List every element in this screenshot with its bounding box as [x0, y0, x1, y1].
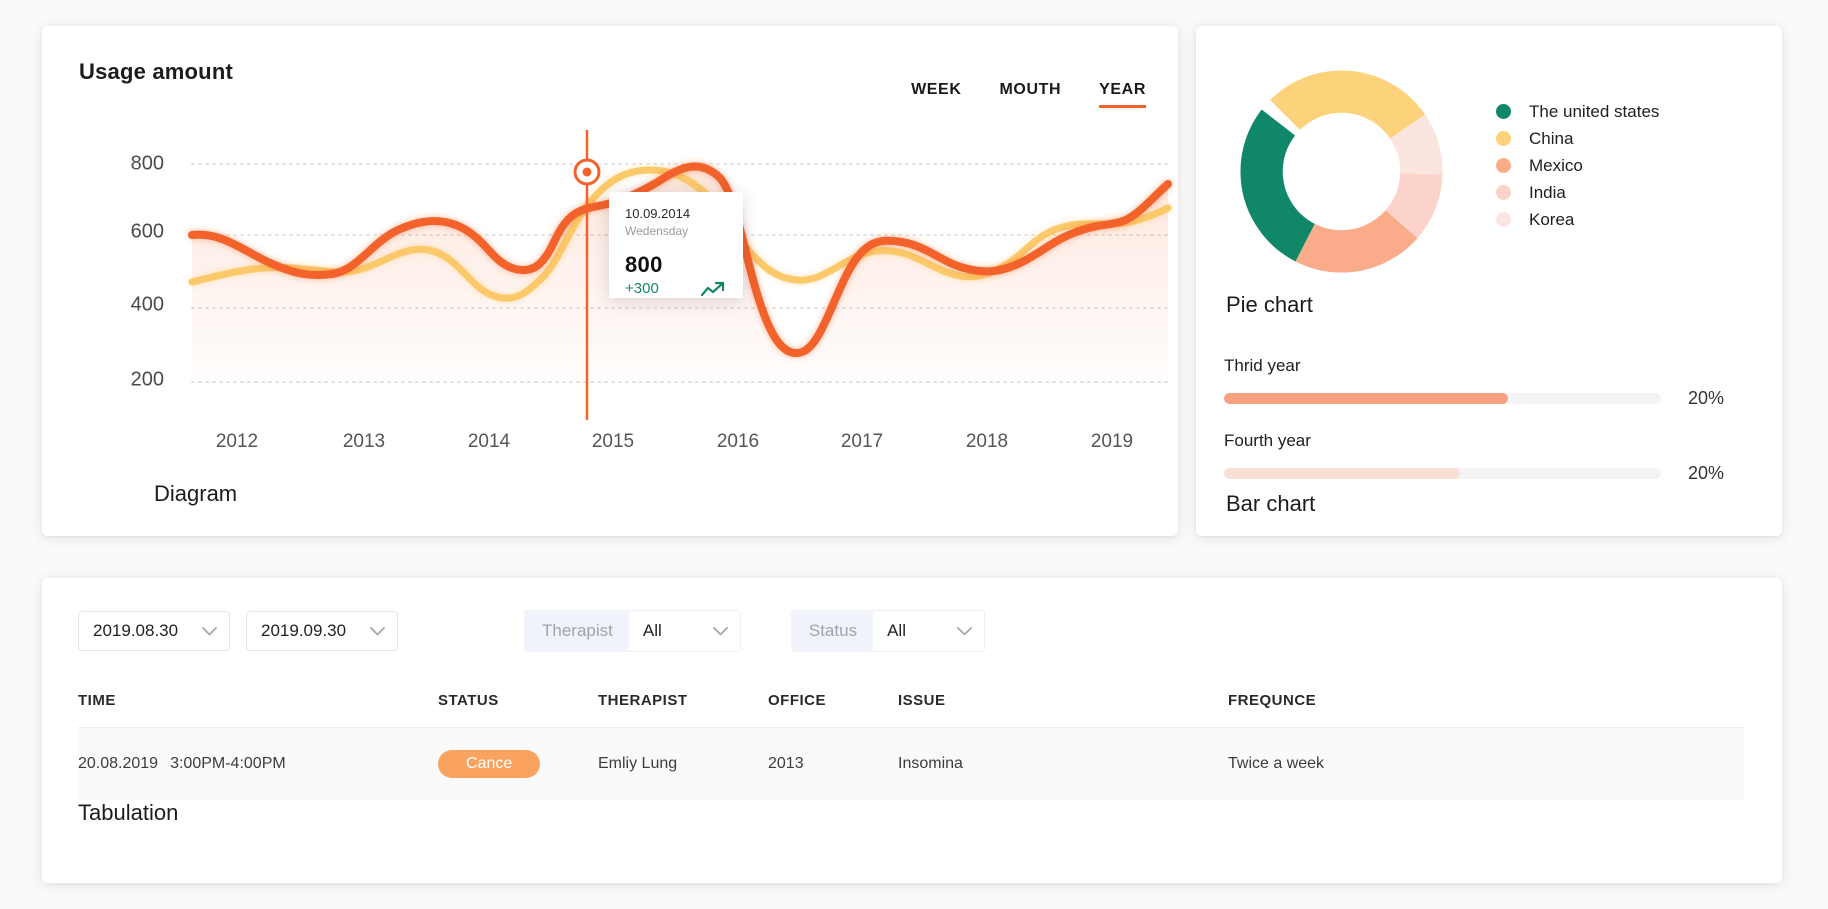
- date-to-select[interactable]: 2019.09.30: [246, 611, 398, 651]
- pie-chart-card: The united states China Mexico India Kor…: [1196, 26, 1782, 536]
- dashboard-page: Usage amount WEEK MOUTH YEAR 800 600 400…: [0, 0, 1828, 909]
- bar-percent: 20%: [1688, 463, 1725, 483]
- column-header-frequnce[interactable]: FREQUNCE: [1228, 674, 1744, 728]
- chevron-down-icon: [712, 626, 728, 635]
- legend-item-mexico[interactable]: Mexico: [1496, 152, 1659, 179]
- bar-track: [1224, 468, 1661, 479]
- table-row[interactable]: 20.08.2019 3:00PM-4:00PM Cance Emliy Lung…: [78, 727, 1744, 800]
- tab-mouth[interactable]: MOUTH: [999, 81, 1061, 108]
- tooltip-weekday: Wedensday: [625, 224, 689, 238]
- x-tick-2018: 2018: [965, 431, 1009, 452]
- status-badge[interactable]: Cance: [438, 750, 541, 778]
- status-filter-value: All: [887, 621, 906, 640]
- bar-label: Thrid year: [1224, 356, 1301, 375]
- bar-track: [1224, 393, 1661, 404]
- bar-chart: Thrid year 20% Fourth year 20%: [1224, 356, 1754, 506]
- legend-swatch-icon: [1496, 158, 1511, 173]
- column-header-issue[interactable]: ISSUE: [898, 674, 1228, 728]
- therapist-filter[interactable]: Therapist All: [524, 610, 741, 652]
- tabulation-card: 2019.08.30 2019.09.30 Therapist All Stat…: [42, 578, 1782, 883]
- x-tick-2014: 2014: [467, 431, 511, 452]
- column-header-therapist[interactable]: THERAPIST: [598, 674, 768, 728]
- cell-date-value: 20.08.2019: [78, 755, 159, 772]
- table-header: TIME STATUS THERAPIST OFFICE ISSUE FREQU…: [78, 674, 1744, 728]
- diagram-caption: Diagram: [154, 481, 238, 506]
- therapist-filter-label: Therapist: [524, 610, 629, 652]
- chevron-down-icon: [370, 626, 385, 635]
- legend-swatch-icon: [1496, 212, 1511, 227]
- table-body: 20.08.2019 3:00PM-4:00PM Cance Emliy Lung…: [78, 727, 1744, 800]
- legend-label: Mexico: [1529, 155, 1583, 175]
- appointments-table: TIME STATUS THERAPIST OFFICE ISSUE FREQU…: [78, 674, 1744, 800]
- legend-swatch-icon: [1496, 131, 1511, 146]
- legend-item-china[interactable]: China: [1496, 125, 1659, 152]
- pie-legend: The united states China Mexico India Kor…: [1496, 98, 1659, 233]
- cell-frequnce: Twice a week: [1228, 727, 1744, 800]
- bar-label: Fourth year: [1224, 431, 1311, 450]
- x-axis-labels: 2012 2013 2014 2015 2016 2017 2018 2019: [192, 431, 1168, 471]
- date-from-value: 2019.08.30: [93, 621, 179, 640]
- cell-time-value: 3:00PM-4:00PM: [170, 755, 286, 772]
- legend-swatch-icon: [1496, 185, 1511, 200]
- legend-swatch-icon: [1496, 104, 1511, 119]
- x-tick-2019: 2019: [1090, 431, 1134, 452]
- cell-therapist: Emliy Lung: [598, 727, 768, 800]
- page-title: Usage amount: [79, 59, 233, 84]
- bar-chart-caption: Bar chart: [1226, 491, 1316, 516]
- date-to-value: 2019.09.30: [261, 621, 347, 640]
- chevron-down-icon: [202, 626, 217, 635]
- table-header-row: TIME STATUS THERAPIST OFFICE ISSUE FREQU…: [78, 674, 1744, 728]
- legend-item-united-states[interactable]: The united states: [1496, 98, 1659, 125]
- legend-label: China: [1529, 128, 1574, 148]
- tab-year[interactable]: YEAR: [1099, 81, 1146, 108]
- usage-amount-card: Usage amount WEEK MOUTH YEAR 800 600 400…: [42, 26, 1178, 536]
- bar-percent: 20%: [1688, 388, 1725, 408]
- status-filter-label: Status: [790, 610, 874, 652]
- x-tick-2013: 2013: [342, 431, 386, 452]
- cell-status: Cance: [438, 727, 598, 800]
- tooltip-value: 800: [625, 252, 663, 277]
- cell-issue: Insomina: [898, 727, 1228, 800]
- tooltip-delta: +300: [625, 280, 659, 297]
- therapist-filter-value: All: [642, 621, 662, 640]
- x-tick-2012: 2012: [215, 431, 259, 452]
- legend-item-korea[interactable]: Korea: [1496, 206, 1659, 233]
- tooltip-date: 10.09.2014: [625, 206, 691, 221]
- hover-point-marker: [573, 158, 601, 186]
- x-tick-2016: 2016: [716, 431, 760, 452]
- period-tabs: WEEK MOUTH YEAR: [911, 81, 1146, 108]
- column-header-status[interactable]: STATUS: [438, 674, 598, 728]
- column-header-time[interactable]: TIME: [78, 674, 438, 728]
- pie-chart-caption: Pie chart: [1226, 292, 1313, 317]
- x-tick-2017: 2017: [840, 431, 884, 452]
- bar-row-thrid-year: Thrid year 20%: [1224, 356, 1754, 409]
- date-from-select[interactable]: 2019.08.30: [78, 611, 230, 651]
- donut-chart: [1240, 70, 1443, 273]
- legend-label: The united states: [1529, 101, 1660, 121]
- trend-up-icon: [701, 281, 725, 296]
- therapist-filter-value-wrap[interactable]: All: [628, 610, 741, 652]
- tabulation-caption: Tabulation: [78, 800, 179, 825]
- legend-label: Korea: [1529, 209, 1575, 229]
- bar-fill: [1224, 468, 1460, 479]
- filter-bar: 2019.08.30 2019.09.30 Therapist All Stat…: [78, 610, 986, 652]
- chevron-down-icon: [957, 626, 972, 635]
- bar-row-fourth-year: Fourth year 20%: [1224, 431, 1754, 484]
- tab-week[interactable]: WEEK: [911, 81, 961, 108]
- bar-fill: [1224, 393, 1509, 404]
- status-filter-value-wrap[interactable]: All: [873, 610, 986, 652]
- legend-item-india[interactable]: India: [1496, 179, 1659, 206]
- cell-time: 20.08.2019 3:00PM-4:00PM: [78, 727, 438, 800]
- status-filter[interactable]: Status All: [790, 610, 986, 652]
- legend-label: India: [1529, 182, 1566, 202]
- chart-tooltip: 10.09.2014 Wedensday 800 +300: [609, 192, 743, 298]
- x-tick-2015: 2015: [591, 431, 635, 452]
- column-header-office[interactable]: OFFICE: [768, 674, 898, 728]
- cell-office: 2013: [768, 727, 898, 800]
